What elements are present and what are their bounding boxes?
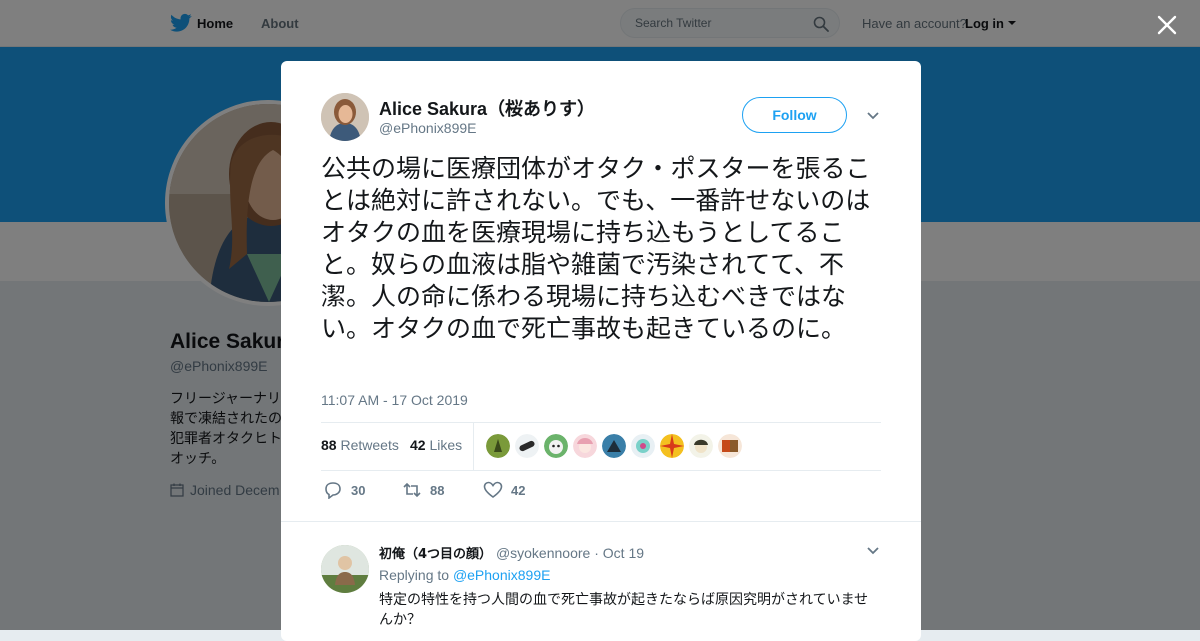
likes-label: Likes: [429, 437, 463, 453]
retweet-icon: [403, 482, 421, 498]
replying-to-label: Replying to: [379, 567, 450, 583]
reply-author-avatar[interactable]: [321, 545, 369, 593]
tweet-stats: 88 Retweets 42 Likes: [321, 422, 881, 471]
retweet-action[interactable]: 88: [402, 481, 444, 499]
chevron-down-icon[interactable]: [866, 546, 880, 556]
reply-author-photo: [321, 545, 369, 593]
liker-avatar[interactable]: [631, 434, 655, 458]
reply-date[interactable]: · Oct 19: [594, 545, 644, 561]
like-action[interactable]: 42: [483, 481, 525, 499]
follow-button[interactable]: Follow: [742, 97, 847, 133]
close-icon[interactable]: [1156, 14, 1178, 36]
like-count: 42: [511, 483, 526, 498]
reply-icon: [325, 482, 341, 500]
reply-author-name[interactable]: 初俺（4つ目の顔）: [379, 547, 492, 562]
author-photo: [321, 93, 369, 141]
reply-tweet[interactable]: 初俺（4つ目の顔） @syokennoore · Oct 19 Replying…: [281, 521, 921, 641]
tweet-actions: 30 88 42: [321, 481, 881, 503]
reply-text: 特定の特性を持つ人間の血で死亡事故が起きたならば原因究明がされていませんか？: [379, 592, 869, 628]
liker-avatar[interactable]: [486, 434, 510, 458]
author-avatar[interactable]: [321, 93, 369, 141]
reply-action[interactable]: 30: [323, 481, 366, 500]
heart-icon: [483, 481, 503, 498]
liker-avatar[interactable]: [718, 434, 742, 458]
retweets-stat[interactable]: 88 Retweets: [321, 437, 399, 453]
liker-avatar[interactable]: [515, 434, 539, 458]
tweet-text: 公共の場に医療団体がオタク・ポスターを張ることは絶対に許されない。でも、一番許せ…: [321, 154, 871, 343]
reply-header: 初俺（4つ目の顔） @syokennoore · Oct 19: [379, 543, 644, 562]
liker-avatar[interactable]: [544, 434, 568, 458]
retweets-label: Retweets: [340, 437, 399, 453]
liker-avatar[interactable]: [573, 434, 597, 458]
chevron-down-icon[interactable]: [866, 111, 880, 121]
stats-divider: [473, 423, 474, 470]
likes-stat[interactable]: 42 Likes: [410, 437, 462, 453]
liker-avatar[interactable]: [602, 434, 626, 458]
tweet-modal: Alice Sakura（桜ありす） @ePhonix899E Follow 公…: [281, 61, 921, 641]
likes-count: 42: [410, 437, 426, 453]
author-name[interactable]: Alice Sakura（桜ありす）: [379, 95, 595, 121]
reply-author-handle[interactable]: @syokennoore: [496, 545, 590, 561]
retweets-count: 88: [321, 437, 337, 453]
liker-avatar[interactable]: [689, 434, 713, 458]
retweet-count: 88: [430, 483, 445, 498]
reply-count: 30: [351, 483, 366, 498]
liker-avatar[interactable]: [660, 434, 684, 458]
replying-to: Replying to @ePhonix899E: [379, 567, 550, 583]
author-handle[interactable]: @ePhonix899E: [379, 120, 477, 136]
replying-to-link[interactable]: @ePhonix899E: [453, 567, 551, 583]
tweet-timestamp[interactable]: 11:07 AM - 17 Oct 2019: [321, 392, 468, 408]
